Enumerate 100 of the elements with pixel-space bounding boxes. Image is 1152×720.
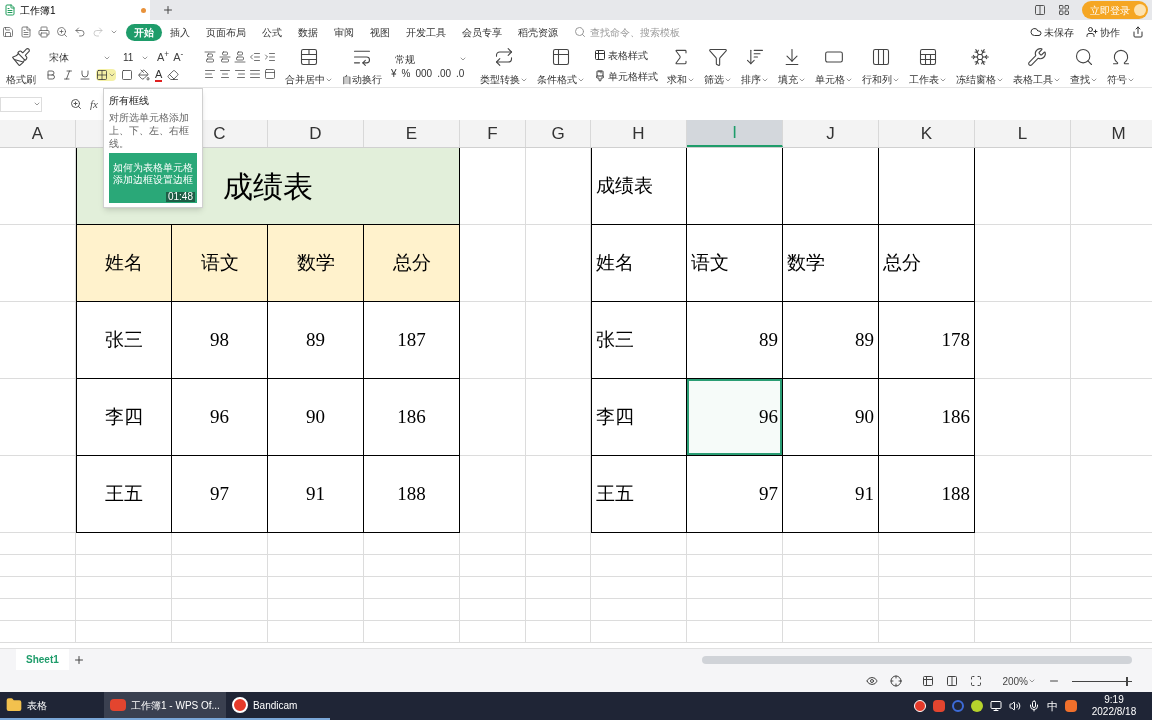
share-icon[interactable]: [1132, 26, 1144, 38]
column-header-cell: 语文: [687, 225, 783, 302]
format-painter-button[interactable]: 格式刷: [6, 46, 36, 85]
document-tab[interactable]: 工作簿1: [0, 0, 150, 20]
video-title: 如何为表格单元格添加边框设置边框: [113, 162, 193, 186]
column-header[interactable]: F: [460, 120, 526, 147]
menu-tab[interactable]: 公式: [254, 23, 290, 41]
table-cell: 89: [783, 302, 879, 379]
cell-style-button[interactable]: 单元格样式: [594, 68, 658, 84]
page-break-view-icon[interactable]: [946, 675, 959, 687]
convert-button[interactable]: 类型转换: [480, 46, 528, 85]
monitor-icon[interactable]: [990, 700, 1002, 712]
number-format-select[interactable]: 常规: [391, 52, 471, 66]
column-header[interactable]: G: [526, 120, 591, 147]
font-color-button[interactable]: A: [155, 68, 163, 82]
eye-icon[interactable]: [866, 675, 879, 687]
table-style-button[interactable]: 表格样式: [594, 47, 658, 63]
circle-tray-icon[interactable]: [952, 700, 964, 712]
add-sheet-icon[interactable]: [72, 653, 85, 666]
ribbon-tool-button[interactable]: 填充: [778, 46, 806, 85]
zoom-level[interactable]: 200%: [1002, 673, 1036, 689]
empty-cell: [460, 555, 526, 577]
grid-icon[interactable]: [1058, 4, 1070, 16]
number-format-button[interactable]: .0: [456, 69, 465, 79]
ribbon-tool-button[interactable]: 求和: [667, 46, 695, 85]
align-icon: [264, 68, 276, 80]
cloud-icon: [1030, 26, 1042, 38]
shield-tray-icon[interactable]: [971, 700, 983, 712]
merge-button[interactable]: 合并居中: [285, 46, 333, 85]
normal-view-icon[interactable]: [922, 675, 935, 687]
sogou-icon[interactable]: [1065, 700, 1077, 712]
column-header[interactable]: J: [783, 120, 879, 147]
record-tray-icon[interactable]: [914, 700, 926, 712]
menu-tab[interactable]: 稻壳资源: [510, 23, 566, 41]
column-header[interactable]: K: [879, 120, 975, 147]
ribbon-tool-button[interactable]: 工作表: [909, 46, 947, 85]
save-status[interactable]: 未保存: [1030, 24, 1074, 40]
layout-icon[interactable]: [1034, 4, 1046, 16]
clock[interactable]: 9:19 2022/8/18: [1084, 693, 1144, 719]
column-header[interactable]: M: [1071, 120, 1152, 147]
column-header-cell: 总分: [879, 225, 975, 302]
ribbon-tool-button[interactable]: 表格工具: [1013, 46, 1061, 85]
input-method[interactable]: 中: [1047, 697, 1058, 715]
column-header[interactable]: D: [268, 120, 364, 147]
ribbon-tool-button[interactable]: 排序: [741, 46, 769, 85]
column-header[interactable]: L: [975, 120, 1071, 147]
taskbar-item[interactable]: 工作簿1 - WPS Of...: [104, 692, 226, 720]
grow-font-button[interactable]: A$^{+}$: [157, 49, 170, 66]
ribbon-tool-button[interactable]: 符号: [1107, 46, 1135, 85]
font-size-select[interactable]: 11: [119, 50, 153, 65]
number-format-button[interactable]: ¥: [391, 69, 397, 79]
crosshair-icon[interactable]: [890, 675, 903, 687]
ribbon-tool-button[interactable]: 查找: [1070, 46, 1098, 85]
menu-tab[interactable]: 数据: [290, 23, 326, 41]
column-header-cell: 数学: [268, 225, 364, 302]
table-cell: 90: [268, 379, 364, 456]
zoom-icon[interactable]: [70, 98, 82, 110]
empty-cell: [460, 599, 526, 621]
menu-tab[interactable]: 页面布局: [198, 23, 254, 41]
collaborate-button[interactable]: 协作: [1086, 24, 1120, 40]
wps-tray-icon[interactable]: [933, 700, 945, 712]
menu-tab[interactable]: 视图: [362, 23, 398, 41]
menu-tab[interactable]: 开发工具: [398, 23, 454, 41]
column-header[interactable]: E: [364, 120, 460, 147]
font-select[interactable]: 宋体: [45, 50, 115, 65]
empty-cell: [526, 555, 591, 577]
number-format-button[interactable]: %: [401, 69, 411, 79]
menu-tab[interactable]: 插入: [162, 23, 198, 41]
caret-icon: [459, 55, 467, 63]
columns-icon: [871, 46, 891, 67]
wrap-text-button[interactable]: 自动换行: [342, 46, 382, 85]
convert-icon: [494, 46, 514, 67]
menu-tab[interactable]: 审阅: [326, 23, 362, 41]
print-icon: [38, 26, 50, 38]
horizontal-scrollbar[interactable]: [702, 655, 1132, 664]
fx-button[interactable]: fx: [90, 95, 98, 113]
folder-icon: [6, 697, 22, 713]
number-format-button[interactable]: 000: [415, 69, 433, 79]
volume-icon[interactable]: [1009, 700, 1021, 712]
sheet-tab[interactable]: Sheet1: [16, 649, 69, 670]
ribbon-tool-button[interactable]: 筛选: [704, 46, 732, 85]
shrink-font-button[interactable]: A$^{-}$: [173, 49, 184, 66]
zoom-slider-thumb[interactable]: [1126, 676, 1129, 686]
ribbon-tool-button[interactable]: 行和列: [862, 46, 900, 85]
number-format-button[interactable]: .00: [437, 69, 452, 79]
ribbon-tool-button[interactable]: 单元格: [815, 46, 853, 85]
microphone-icon[interactable]: [1028, 700, 1040, 712]
ribbon-tool-button[interactable]: 冻结窗格: [956, 46, 1004, 85]
command-search-field[interactable]: 查找命令、搜索模板: [574, 24, 700, 40]
save-icon: [2, 26, 14, 38]
taskbar-item[interactable]: Bandicam: [225, 692, 330, 720]
menu-tab[interactable]: 会员专享: [454, 23, 510, 41]
new-tab-icon[interactable]: [162, 4, 174, 16]
table-cell: 97: [172, 456, 268, 533]
column-header[interactable]: A: [0, 120, 76, 147]
conditional-format-button[interactable]: 条件格式: [537, 46, 585, 85]
video-thumbnail[interactable]: 如何为表格单元格添加边框设置边框 01:48: [109, 153, 197, 203]
table-cell: 186: [364, 379, 460, 456]
border-button[interactable]: [96, 69, 116, 82]
page-view-icon[interactable]: [970, 675, 983, 687]
